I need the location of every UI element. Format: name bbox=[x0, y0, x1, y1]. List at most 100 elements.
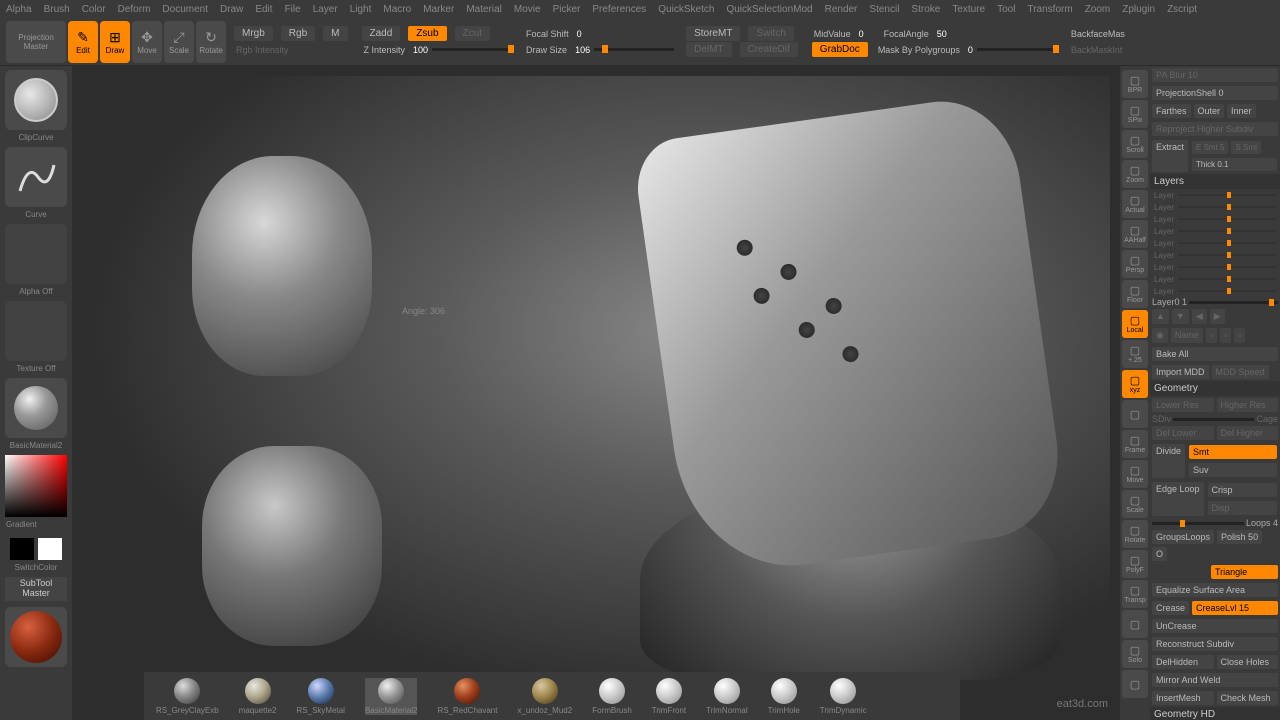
alpha-slot[interactable] bbox=[5, 224, 67, 284]
zcut-button[interactable]: Zcut bbox=[455, 26, 490, 41]
import-mdd-button[interactable]: Import MDD bbox=[1152, 365, 1209, 379]
switchcolor-label[interactable]: SwitchColor bbox=[15, 563, 58, 572]
loops-slider[interactable] bbox=[1152, 522, 1244, 525]
menu-movie[interactable]: Movie bbox=[514, 4, 541, 15]
material-rs_greyclayexb[interactable]: RS_GreyClayExb bbox=[156, 678, 219, 715]
dock-blank-button[interactable]: ▢ bbox=[1122, 670, 1148, 698]
layer-item[interactable]: Layer bbox=[1150, 213, 1280, 225]
swatch-black[interactable] bbox=[10, 538, 34, 560]
menu-color[interactable]: Color bbox=[82, 4, 106, 15]
menu-stroke[interactable]: Stroke bbox=[911, 4, 940, 15]
menu-preferences[interactable]: Preferences bbox=[592, 4, 646, 15]
stroke-slot[interactable] bbox=[5, 147, 67, 207]
menu-zplugin[interactable]: Zplugin bbox=[1122, 4, 1155, 15]
scale-mode-button[interactable]: ⤢Scale bbox=[164, 21, 194, 63]
layer-nav-down[interactable]: ▼ bbox=[1172, 309, 1189, 324]
dock-frame-button[interactable]: ▢Frame bbox=[1122, 430, 1148, 458]
layer-rec-button[interactable]: ◉ bbox=[1152, 328, 1168, 343]
layer-item[interactable]: Layer bbox=[1150, 225, 1280, 237]
m-button[interactable]: M bbox=[323, 26, 347, 41]
layers-header[interactable]: Layers bbox=[1150, 174, 1280, 189]
material-rs_redchavant[interactable]: RS_RedChavant bbox=[437, 678, 497, 715]
equalize-button[interactable]: Equalize Surface Area bbox=[1152, 583, 1278, 597]
swatch-white[interactable] bbox=[38, 538, 62, 560]
draw-size-slider[interactable] bbox=[594, 48, 674, 51]
delmt-button[interactable]: DelMT bbox=[686, 42, 731, 57]
polish-slider[interactable]: Polish 50 bbox=[1217, 530, 1262, 544]
material-slot[interactable] bbox=[5, 378, 67, 438]
dock-move-button[interactable]: ▢Move bbox=[1122, 460, 1148, 488]
dock-local-button[interactable]: ▢Local bbox=[1122, 310, 1148, 338]
dock-+.25-button[interactable]: ▢+.25 bbox=[1122, 340, 1148, 368]
ssmt-button[interactable]: S Smt bbox=[1231, 141, 1261, 154]
viewport[interactable]: Angle: 306 RS_GreyClayExbmaquette2RS_Sky… bbox=[72, 66, 1120, 720]
grabdoc-button[interactable]: GrabDoc bbox=[812, 42, 868, 57]
del-higher-button[interactable]: Del Higher bbox=[1217, 426, 1279, 440]
higher-res-button[interactable]: Higher Res bbox=[1217, 398, 1279, 412]
delhidden-button[interactable]: DelHidden bbox=[1152, 655, 1214, 669]
layer01-slider[interactable] bbox=[1189, 301, 1278, 304]
sdiv-slider[interactable] bbox=[1173, 418, 1254, 421]
polish-o-button[interactable]: O bbox=[1152, 547, 1167, 561]
layer-a[interactable]: ▫ bbox=[1206, 328, 1217, 343]
layer-c[interactable]: ▫ bbox=[1234, 328, 1245, 343]
menu-alpha[interactable]: Alpha bbox=[6, 4, 32, 15]
menu-marker[interactable]: Marker bbox=[423, 4, 454, 15]
triangle-button[interactable]: Triangle bbox=[1211, 565, 1278, 579]
menu-edit[interactable]: Edit bbox=[255, 4, 272, 15]
menu-picker[interactable]: Picker bbox=[553, 4, 581, 15]
menu-light[interactable]: Light bbox=[350, 4, 372, 15]
layer-item[interactable]: Layer bbox=[1150, 237, 1280, 249]
esmt-button[interactable]: E Smt 5 bbox=[1192, 141, 1228, 154]
dock-rotate-button[interactable]: ▢Rotate bbox=[1122, 520, 1148, 548]
z-intensity-slider[interactable] bbox=[432, 48, 512, 51]
layer-item[interactable]: Layer bbox=[1150, 189, 1280, 201]
menu-file[interactable]: File bbox=[285, 4, 301, 15]
dock-persp-button[interactable]: ▢Persp bbox=[1122, 250, 1148, 278]
mask-polygroups-slider[interactable] bbox=[977, 48, 1057, 51]
uncrease-button[interactable]: UnCrease bbox=[1152, 619, 1278, 633]
outer-button[interactable]: Outer bbox=[1194, 104, 1225, 118]
zsub-button[interactable]: Zsub bbox=[408, 26, 446, 41]
geometry-header[interactable]: Geometry bbox=[1150, 381, 1280, 396]
crease-button[interactable]: Crease bbox=[1152, 601, 1189, 615]
dock-spix-button[interactable]: ▢SPix bbox=[1122, 100, 1148, 128]
draw-mode-button[interactable]: ⊞Draw bbox=[100, 21, 130, 63]
pa-blur-slider[interactable]: PA Blur 10 bbox=[1152, 68, 1278, 82]
createdf-button[interactable]: CreateDif bbox=[740, 42, 798, 57]
material-trimfront[interactable]: TrimFront bbox=[652, 678, 686, 715]
layer-name-button[interactable]: Name bbox=[1171, 328, 1203, 343]
switch-button[interactable]: Switch bbox=[748, 26, 793, 41]
dock-blank-button[interactable]: ▢ bbox=[1122, 400, 1148, 428]
menu-deform[interactable]: Deform bbox=[118, 4, 151, 15]
material-maquette2[interactable]: maquette2 bbox=[239, 678, 277, 715]
dock-zoom-button[interactable]: ▢Zoom bbox=[1122, 160, 1148, 188]
dock-bpr-button[interactable]: ▢BPR bbox=[1122, 70, 1148, 98]
layer-item[interactable]: Layer bbox=[1150, 285, 1280, 297]
close-holes-button[interactable]: Close Holes bbox=[1217, 655, 1279, 669]
dock-aahalf-button[interactable]: ▢AAHalf bbox=[1122, 220, 1148, 248]
suv-button[interactable]: Suv bbox=[1189, 463, 1277, 477]
move-mode-button[interactable]: ✥Move bbox=[132, 21, 162, 63]
del-lower-button[interactable]: Del Lower bbox=[1152, 426, 1214, 440]
layer-nav-right[interactable]: ▶ bbox=[1210, 309, 1225, 324]
dock-scale-button[interactable]: ▢Scale bbox=[1122, 490, 1148, 518]
material-trimhole[interactable]: TrimHole bbox=[768, 678, 800, 715]
menu-quicksketch[interactable]: QuickSketch bbox=[658, 4, 714, 15]
smt-button[interactable]: Smt bbox=[1189, 445, 1277, 459]
bake-all-button[interactable]: Bake All bbox=[1152, 347, 1278, 361]
subtool-master-button[interactable]: SubTool Master bbox=[5, 577, 67, 601]
extract-button[interactable]: Extract bbox=[1152, 140, 1188, 172]
brush-slot[interactable] bbox=[5, 70, 67, 130]
layer-item[interactable]: Layer bbox=[1150, 201, 1280, 213]
texture-slot[interactable] bbox=[5, 301, 67, 361]
menu-render[interactable]: Render bbox=[825, 4, 858, 15]
edge-loop-button[interactable]: Edge Loop bbox=[1152, 482, 1204, 516]
rgb-button[interactable]: Rgb bbox=[281, 26, 315, 41]
dock-blank-button[interactable]: ▢ bbox=[1122, 610, 1148, 638]
reproject-button[interactable]: Reproject Higher Subdiv bbox=[1152, 122, 1278, 136]
check-mesh-button[interactable]: Check Mesh bbox=[1217, 691, 1279, 705]
menu-tool[interactable]: Tool bbox=[997, 4, 1015, 15]
menu-macro[interactable]: Macro bbox=[383, 4, 411, 15]
layer-nav-up[interactable]: ▲ bbox=[1152, 309, 1169, 324]
